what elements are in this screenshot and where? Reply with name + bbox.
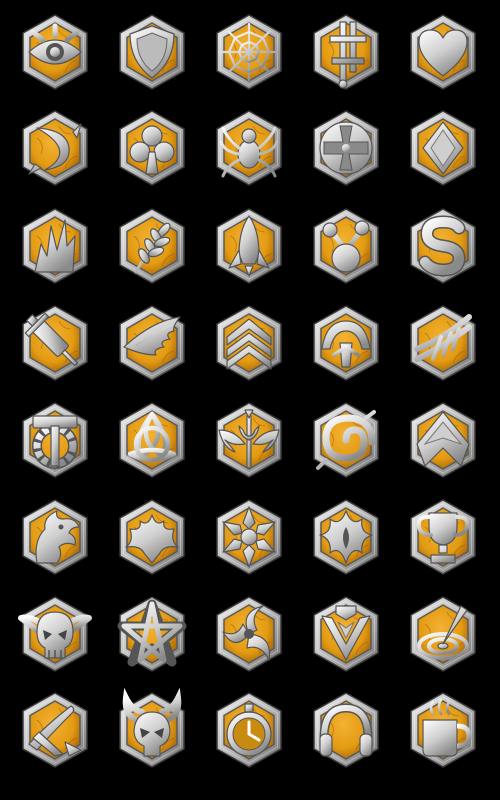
trophy-icon[interactable]: [403, 497, 483, 577]
pentagram-icon-art: [117, 596, 187, 672]
spider-icon[interactable]: [209, 108, 289, 188]
wheat-icon[interactable]: [112, 206, 192, 286]
diamond-icon[interactable]: [403, 108, 483, 188]
iron-cross-icon[interactable]: [306, 108, 386, 188]
explosion-icon-art: [22, 208, 88, 284]
icon-sheet: [0, 0, 500, 800]
tribal-bat-icon[interactable]: [112, 497, 192, 577]
winged-trident-icon[interactable]: [209, 400, 289, 480]
spiral-icon[interactable]: [306, 400, 386, 480]
lightning-sword-icon[interactable]: [306, 594, 386, 674]
triskelion-icon-art: [216, 596, 282, 672]
helmet-icon[interactable]: [306, 303, 386, 383]
heart-icon-art: [410, 14, 476, 90]
club-icon-art: [119, 110, 185, 186]
dragon-head-icon-art: [22, 499, 88, 575]
lightning-sword-icon-art: [313, 596, 379, 672]
syringe-icon-art: [22, 305, 88, 381]
horned-skull-icon-art: [119, 687, 185, 768]
barbed-wire-icon[interactable]: [403, 303, 483, 383]
wheat-icon-art: [119, 208, 185, 284]
trophy-icon-art: [410, 499, 476, 575]
double-sword-icon[interactable]: [306, 12, 386, 92]
wing-icon[interactable]: [112, 303, 192, 383]
spider-web-icon[interactable]: [209, 12, 289, 92]
molecule-icon-art: [313, 208, 379, 284]
broken-blade-icon-art: [22, 692, 88, 768]
diamond-icon-art: [410, 110, 476, 186]
blade-swirl-icon-art: [22, 110, 88, 186]
rocket-icon[interactable]: [209, 206, 289, 286]
tribal-emblem-icon[interactable]: [306, 497, 386, 577]
dollar-icon[interactable]: [403, 206, 483, 286]
explosion-icon[interactable]: [15, 206, 95, 286]
triquetra-icon[interactable]: [112, 400, 192, 480]
coffee-mug-icon-art: [410, 692, 476, 768]
shield-icon-art: [119, 14, 185, 90]
target-icon[interactable]: [403, 594, 483, 674]
snowflake-icon[interactable]: [209, 497, 289, 577]
spider-icon-art: [216, 110, 282, 186]
eye-icon[interactable]: [15, 12, 95, 92]
iron-cross-icon-art: [313, 110, 379, 186]
tribal-bat-icon-art: [119, 499, 185, 575]
dollar-icon-art: [410, 208, 476, 284]
shield-icon[interactable]: [112, 12, 192, 92]
coffee-mug-icon[interactable]: [403, 690, 483, 770]
dragon-head-icon[interactable]: [15, 497, 95, 577]
snowflake-icon-art: [216, 499, 282, 575]
hammer-gear-icon[interactable]: [15, 400, 95, 480]
rocket-icon-art: [216, 208, 282, 284]
barbed-wire-icon-art: [410, 305, 476, 381]
heart-icon[interactable]: [403, 12, 483, 92]
club-icon[interactable]: [112, 108, 192, 188]
hammer-gear-icon-art: [22, 402, 88, 478]
spiral-icon-art: [313, 402, 379, 478]
chevron-stack-icon[interactable]: [209, 303, 289, 383]
headphones-icon-art: [313, 692, 379, 768]
broken-blade-icon[interactable]: [15, 690, 95, 770]
arrowhead-icon[interactable]: [403, 400, 483, 480]
horned-skull-icon[interactable]: [112, 687, 192, 770]
triskelion-icon[interactable]: [209, 594, 289, 674]
double-sword-icon-art: [313, 14, 379, 90]
pentagram-icon[interactable]: [112, 594, 192, 674]
wing-icon-art: [119, 305, 185, 381]
helmet-icon-art: [313, 305, 379, 381]
winged-trident-icon-art: [216, 402, 282, 478]
spider-web-icon-art: [216, 14, 282, 90]
eye-icon-art: [22, 14, 88, 90]
syringe-icon[interactable]: [15, 303, 95, 383]
stopwatch-icon[interactable]: [209, 690, 289, 770]
demon-skull-icon-art: [18, 596, 92, 672]
target-icon-art: [410, 596, 476, 672]
blade-swirl-icon[interactable]: [15, 108, 95, 188]
molecule-icon[interactable]: [306, 206, 386, 286]
arrowhead-icon-art: [410, 402, 476, 478]
stopwatch-icon-art: [216, 692, 282, 768]
demon-skull-icon[interactable]: [15, 594, 95, 674]
tribal-emblem-icon-art: [313, 499, 379, 575]
triquetra-icon-art: [119, 402, 185, 478]
chevron-stack-icon-art: [216, 305, 282, 381]
headphones-icon[interactable]: [306, 690, 386, 770]
